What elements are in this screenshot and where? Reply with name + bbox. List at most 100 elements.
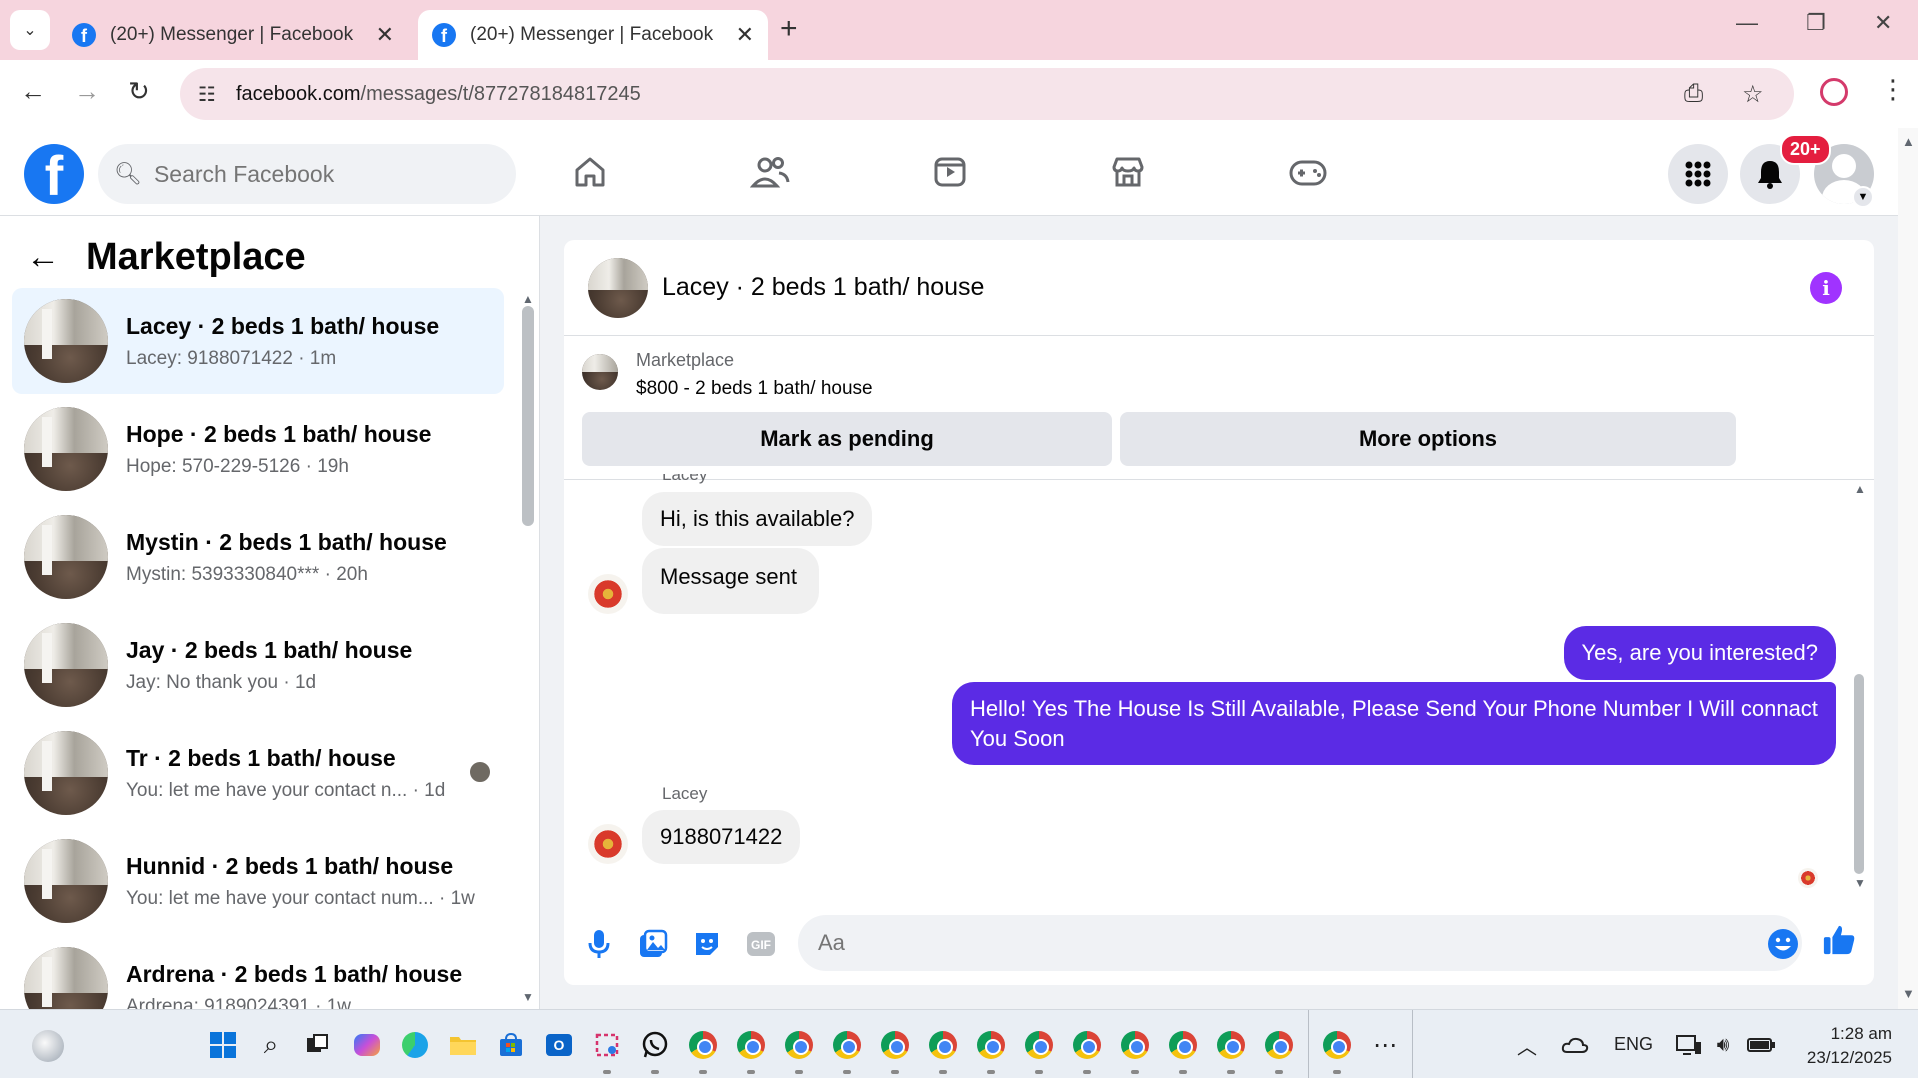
browser-menu-icon[interactable]: ⋮ bbox=[1880, 74, 1906, 105]
sender-avatar[interactable] bbox=[588, 823, 628, 864]
photo-gallery-icon[interactable] bbox=[636, 927, 670, 961]
back-arrow-icon[interactable]: ← bbox=[26, 238, 60, 277]
conversation-item[interactable]: Ardrena · 2 beds 1 bath/ house Ardrena: … bbox=[12, 936, 504, 1009]
emoji-icon[interactable] bbox=[1766, 927, 1800, 961]
menu-grid-icon[interactable] bbox=[1668, 144, 1728, 204]
conversation-item[interactable]: Jay · 2 beds 1 bath/ house Jay: No thank… bbox=[12, 612, 504, 718]
battery-icon[interactable] bbox=[1746, 1030, 1776, 1060]
chrome-icon[interactable] bbox=[688, 1030, 718, 1060]
conversation-item[interactable]: Lacey · 2 beds 1 bath/ house Lacey: 9188… bbox=[12, 288, 504, 394]
conversation-item[interactable]: Hope · 2 beds 1 bath/ house Hope: 570-22… bbox=[12, 396, 504, 502]
scroll-down-arrow-icon[interactable]: ▼ bbox=[1854, 876, 1866, 890]
chat-title[interactable]: Lacey · 2 beds 1 bath/ house bbox=[662, 273, 984, 302]
scroll-up-arrow-icon[interactable]: ▲ bbox=[1902, 134, 1915, 149]
tab-search-chevron-icon[interactable]: ⌄ bbox=[10, 10, 50, 50]
new-tab-plus-icon[interactable]: + bbox=[780, 12, 798, 46]
close-tab-icon[interactable]: ✕ bbox=[736, 22, 754, 48]
message-bubble[interactable]: Yes, are you interested? bbox=[1563, 626, 1836, 680]
address-bar[interactable]: ☷ facebook.com/messages/t/87727818481724… bbox=[180, 68, 1794, 120]
scroll-down-arrow-icon[interactable]: ▼ bbox=[522, 990, 534, 1004]
chrome-icon[interactable] bbox=[928, 1030, 958, 1060]
clock-time[interactable]: 1:28 am bbox=[1822, 1024, 1892, 1044]
info-icon[interactable]: i bbox=[1810, 272, 1842, 304]
search-input[interactable] bbox=[153, 160, 494, 188]
message-bubble[interactable]: Hi, is this available? bbox=[642, 492, 873, 546]
sticker-icon[interactable] bbox=[690, 927, 724, 961]
snipping-tool-icon[interactable] bbox=[592, 1030, 622, 1060]
clock-date[interactable]: 23/12/2025 bbox=[1796, 1048, 1892, 1068]
restore-icon[interactable]: ❐ bbox=[1806, 10, 1826, 36]
close-tab-icon[interactable]: ✕ bbox=[376, 22, 394, 48]
facebook-search[interactable]: 🔍︎ bbox=[98, 144, 516, 204]
more-apps-ellipsis-icon[interactable]: ⋯ bbox=[1370, 1030, 1400, 1060]
url-text[interactable]: facebook.com/messages/t/877278184817245 bbox=[236, 83, 641, 106]
facebook-logo-icon[interactable]: f bbox=[24, 144, 84, 204]
browser-tab-1[interactable]: f (20+) Messenger | Facebook ✕ bbox=[58, 10, 408, 60]
scroll-down-arrow-icon[interactable]: ▼ bbox=[1902, 986, 1915, 1001]
message-bubble[interactable]: Hello! Yes The House Is Still Available,… bbox=[952, 682, 1836, 766]
chrome-icon[interactable] bbox=[736, 1030, 766, 1060]
microsoft-store-icon[interactable] bbox=[496, 1030, 526, 1060]
marketplace-icon[interactable] bbox=[1106, 150, 1150, 194]
chrome-icon[interactable] bbox=[1120, 1030, 1150, 1060]
window-close-icon[interactable]: ✕ bbox=[1874, 10, 1892, 36]
windows-start-icon[interactable] bbox=[208, 1030, 238, 1060]
scroll-up-arrow-icon[interactable]: ▲ bbox=[1854, 482, 1866, 496]
chat-avatar[interactable] bbox=[588, 257, 648, 318]
conversation-list-scrollbar[interactable] bbox=[522, 306, 534, 526]
reload-icon[interactable]: ↻ bbox=[128, 76, 150, 107]
conversation-item[interactable]: Mystin · 2 beds 1 bath/ house Mystin: 53… bbox=[12, 504, 504, 610]
chrome-icon[interactable] bbox=[832, 1030, 862, 1060]
site-info-icon[interactable]: ☷ bbox=[198, 82, 224, 107]
home-icon[interactable] bbox=[568, 150, 612, 194]
message-bubble[interactable]: Message sent bbox=[642, 548, 819, 614]
file-explorer-icon[interactable] bbox=[448, 1030, 478, 1060]
volume-speaker-icon[interactable]: 🔊︎ bbox=[1708, 1030, 1738, 1060]
thumbs-up-icon[interactable] bbox=[1822, 923, 1856, 957]
edge-icon[interactable] bbox=[400, 1030, 430, 1060]
whatsapp-icon[interactable] bbox=[640, 1030, 670, 1060]
minimize-icon[interactable]: — bbox=[1736, 10, 1758, 36]
message-input-box[interactable] bbox=[798, 915, 1802, 971]
chrome-icon[interactable] bbox=[1072, 1030, 1102, 1060]
chat-scrollbar[interactable] bbox=[1854, 674, 1864, 874]
browser-tab-2[interactable]: f (20+) Messenger | Facebook ✕ bbox=[418, 10, 768, 60]
chrome-icon[interactable] bbox=[880, 1030, 910, 1060]
copilot-icon[interactable] bbox=[352, 1030, 382, 1060]
message-input[interactable] bbox=[818, 930, 1718, 956]
back-arrow-icon[interactable]: ← bbox=[20, 76, 46, 107]
listing-thumbnail[interactable] bbox=[582, 354, 618, 390]
forward-arrow-icon[interactable]: → bbox=[74, 76, 100, 107]
install-app-icon[interactable]: ⎙ bbox=[1684, 80, 1703, 108]
chrome-icon[interactable] bbox=[1216, 1030, 1246, 1060]
onedrive-cloud-icon[interactable] bbox=[1560, 1030, 1590, 1060]
sender-avatar[interactable] bbox=[588, 573, 628, 614]
gif-icon[interactable]: GIF bbox=[744, 927, 778, 961]
gaming-icon[interactable] bbox=[1286, 150, 1330, 194]
video-icon[interactable] bbox=[928, 150, 972, 194]
show-hidden-icons-chevron-up-icon[interactable]: ︿ bbox=[1512, 1030, 1542, 1060]
chrome-icon[interactable] bbox=[1024, 1030, 1054, 1060]
listing-title[interactable]: $800 - 2 beds 1 bath/ house bbox=[636, 378, 873, 400]
network-icon[interactable] bbox=[1674, 1030, 1704, 1060]
chrome-icon-active[interactable] bbox=[1322, 1030, 1352, 1060]
message-bubble[interactable]: 9188071422 bbox=[642, 810, 801, 864]
friends-icon[interactable] bbox=[748, 150, 792, 194]
conversation-item[interactable]: Hunnid · 2 beds 1 bath/ house You: let m… bbox=[12, 828, 504, 934]
chrome-icon[interactable] bbox=[976, 1030, 1006, 1060]
mark-as-pending-button[interactable]: Mark as pending bbox=[582, 412, 1112, 466]
chrome-icon[interactable] bbox=[1264, 1030, 1294, 1060]
more-options-button[interactable]: More options bbox=[1120, 412, 1736, 466]
input-language-indicator[interactable]: ENG bbox=[1614, 1034, 1653, 1055]
chrome-icon[interactable] bbox=[784, 1030, 814, 1060]
search-icon[interactable]: ⌕ bbox=[256, 1029, 286, 1060]
task-view-icon[interactable] bbox=[302, 1030, 332, 1060]
conversation-item[interactable]: Tr · 2 beds 1 bath/ house You: let me ha… bbox=[12, 720, 504, 826]
browser-profile-icon[interactable] bbox=[1820, 78, 1848, 106]
page-scrollbar[interactable]: ▲ ▼ bbox=[1898, 128, 1918, 1009]
outlook-icon[interactable]: O bbox=[544, 1030, 574, 1060]
microphone-icon[interactable] bbox=[582, 927, 616, 961]
account-chevron-down-icon[interactable]: ▼ bbox=[1852, 186, 1874, 208]
chrome-icon[interactable] bbox=[1168, 1030, 1198, 1060]
scroll-up-arrow-icon[interactable]: ▲ bbox=[522, 292, 534, 306]
